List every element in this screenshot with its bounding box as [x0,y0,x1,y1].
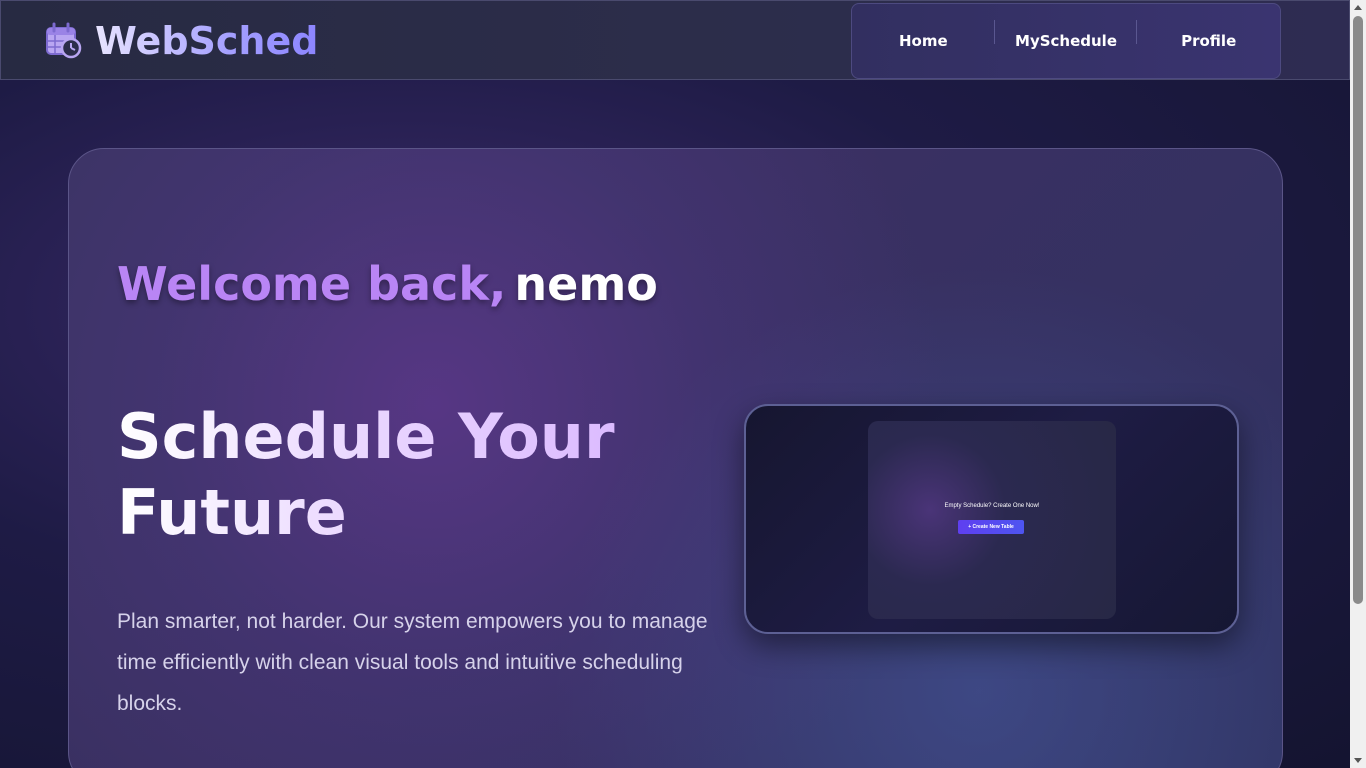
main-nav: Home MySchedule Profile [851,3,1281,79]
welcome-greeting: Welcome back, [117,257,507,311]
welcome-heading: Welcome back, nemo [117,257,658,311]
vertical-scrollbar[interactable] [1350,0,1366,768]
nav-myschedule[interactable]: MySchedule [995,20,1138,50]
preview-panel: Empty Schedule? Create One Now! + Create… [868,421,1116,619]
brand-name: WebSched [95,19,319,63]
hero-card: Welcome back, nemo Schedule Your Future P… [68,148,1283,768]
scroll-thumb[interactable] [1353,16,1363,604]
scroll-up-arrow-icon[interactable] [1354,5,1362,10]
create-table-button[interactable]: + Create New Table [958,520,1024,534]
hero-headline: Schedule Your Future [117,399,717,551]
top-navbar: WebSched Home MySchedule Profile [0,0,1350,80]
brand-logo[interactable]: WebSched [41,19,318,63]
welcome-username: nemo [514,257,658,311]
schedule-preview: Empty Schedule? Create One Now! + Create… [744,404,1239,634]
scroll-down-arrow-icon[interactable] [1354,758,1362,763]
nav-home[interactable]: Home [852,20,995,50]
empty-schedule-text: Empty Schedule? Create One Now! [944,503,1040,509]
calendar-clock-icon [46,22,82,59]
hero-description: Plan smarter, not harder. Our system emp… [117,610,708,715]
nav-profile[interactable]: Profile [1137,32,1280,50]
